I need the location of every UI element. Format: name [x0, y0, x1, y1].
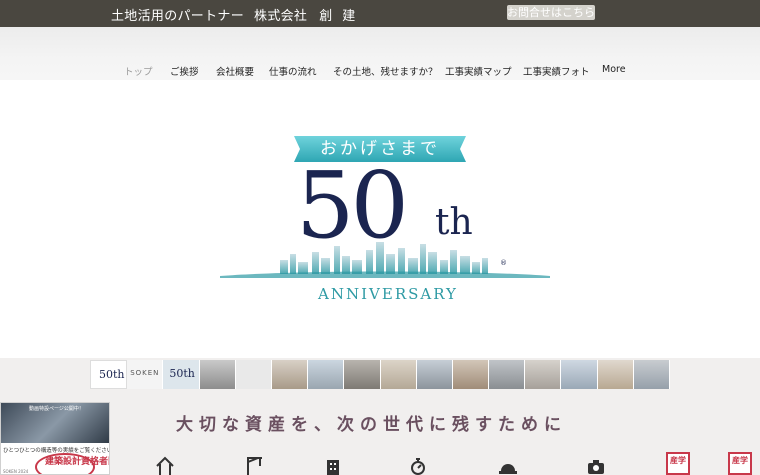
company-prefix: 株式会社: [254, 9, 308, 24]
camera-icon[interactable]: [586, 456, 606, 475]
gallery-thumb[interactable]: [489, 360, 526, 389]
gallery-thumb-label: 50th: [99, 368, 125, 381]
city-skyline-image: [220, 242, 550, 278]
ad-stamp-text: 建築設計資格者限定: [45, 457, 109, 467]
photo-gallery-strip: 50th SOKEN 50th: [90, 360, 670, 389]
gallery-thumb[interactable]: [199, 360, 236, 389]
nav-item-land[interactable]: その土地、残せますか？: [333, 64, 438, 78]
gallery-thumb[interactable]: [308, 360, 345, 389]
gallery-thumb[interactable]: [416, 360, 453, 389]
nav-item-photo[interactable]: 工事実績フォト: [523, 64, 590, 78]
gallery-thumb[interactable]: [597, 360, 634, 389]
house-icon[interactable]: [155, 456, 175, 475]
gallery-thumb[interactable]: [561, 360, 598, 389]
nav-item-greeting[interactable]: ご挨拶: [170, 64, 199, 78]
contact-button[interactable]: お問合せはこちら: [507, 5, 595, 20]
university-stamp[interactable]: 産学: [666, 452, 690, 475]
gallery-thumb[interactable]: 50th: [163, 360, 200, 389]
gallery-thumb[interactable]: [235, 360, 272, 389]
gallery-thumb[interactable]: 50th: [90, 360, 128, 389]
gallery-thumb[interactable]: [271, 360, 309, 389]
site-title[interactable]: 土地活用のパートナー 株式会社 創建: [111, 5, 365, 24]
nav-item-map[interactable]: 工事実績マップ: [445, 64, 512, 78]
anniversary-text: ANNIVERSARY: [318, 285, 458, 303]
side-ad-banner[interactable]: 動画特設ページ公開中！ ひとつひとつの構造等の実績をご覧ください 建築設計資格者…: [0, 402, 110, 475]
nav-item-workflow[interactable]: 仕事の流れ: [269, 64, 317, 78]
main-nav: トップ ご挨拶 会社概要 仕事の流れ その土地、残せますか？ 工事実績マップ 工…: [0, 64, 760, 78]
main-tagline: 大切な資産を、次の世代に残すために: [176, 415, 567, 435]
nav-item-more[interactable]: More: [602, 64, 626, 75]
building-icon[interactable]: [323, 456, 343, 475]
gallery-thumb-label: SOKEN: [130, 369, 160, 377]
helmet-icon[interactable]: [498, 456, 518, 475]
anniversary-suffix: th: [435, 202, 473, 243]
gallery-thumb[interactable]: [633, 360, 670, 389]
site-tagline: 土地活用のパートナー: [111, 9, 245, 24]
nav-item-top[interactable]: トップ: [124, 64, 153, 78]
stamp-text: 産学: [732, 456, 748, 465]
company-name: 創建: [319, 9, 366, 24]
nav-item-company[interactable]: 会社概要: [216, 64, 254, 78]
university-stamp[interactable]: 産学: [728, 452, 752, 475]
gallery-thumb[interactable]: SOKEN: [127, 360, 164, 389]
gallery-thumb-label: 50th: [169, 367, 195, 380]
timer-icon[interactable]: [408, 456, 428, 475]
ad-footer: SOKEN 2024: [3, 469, 29, 474]
gallery-thumb[interactable]: [380, 360, 417, 389]
gallery-thumb[interactable]: [344, 360, 381, 389]
gallery-thumb[interactable]: [452, 360, 490, 389]
gallery-thumb[interactable]: [525, 360, 562, 389]
crane-icon[interactable]: [244, 456, 264, 475]
stamp-text: 産学: [670, 456, 686, 465]
ad-headline: 動画特設ページ公開中！: [29, 406, 84, 412]
